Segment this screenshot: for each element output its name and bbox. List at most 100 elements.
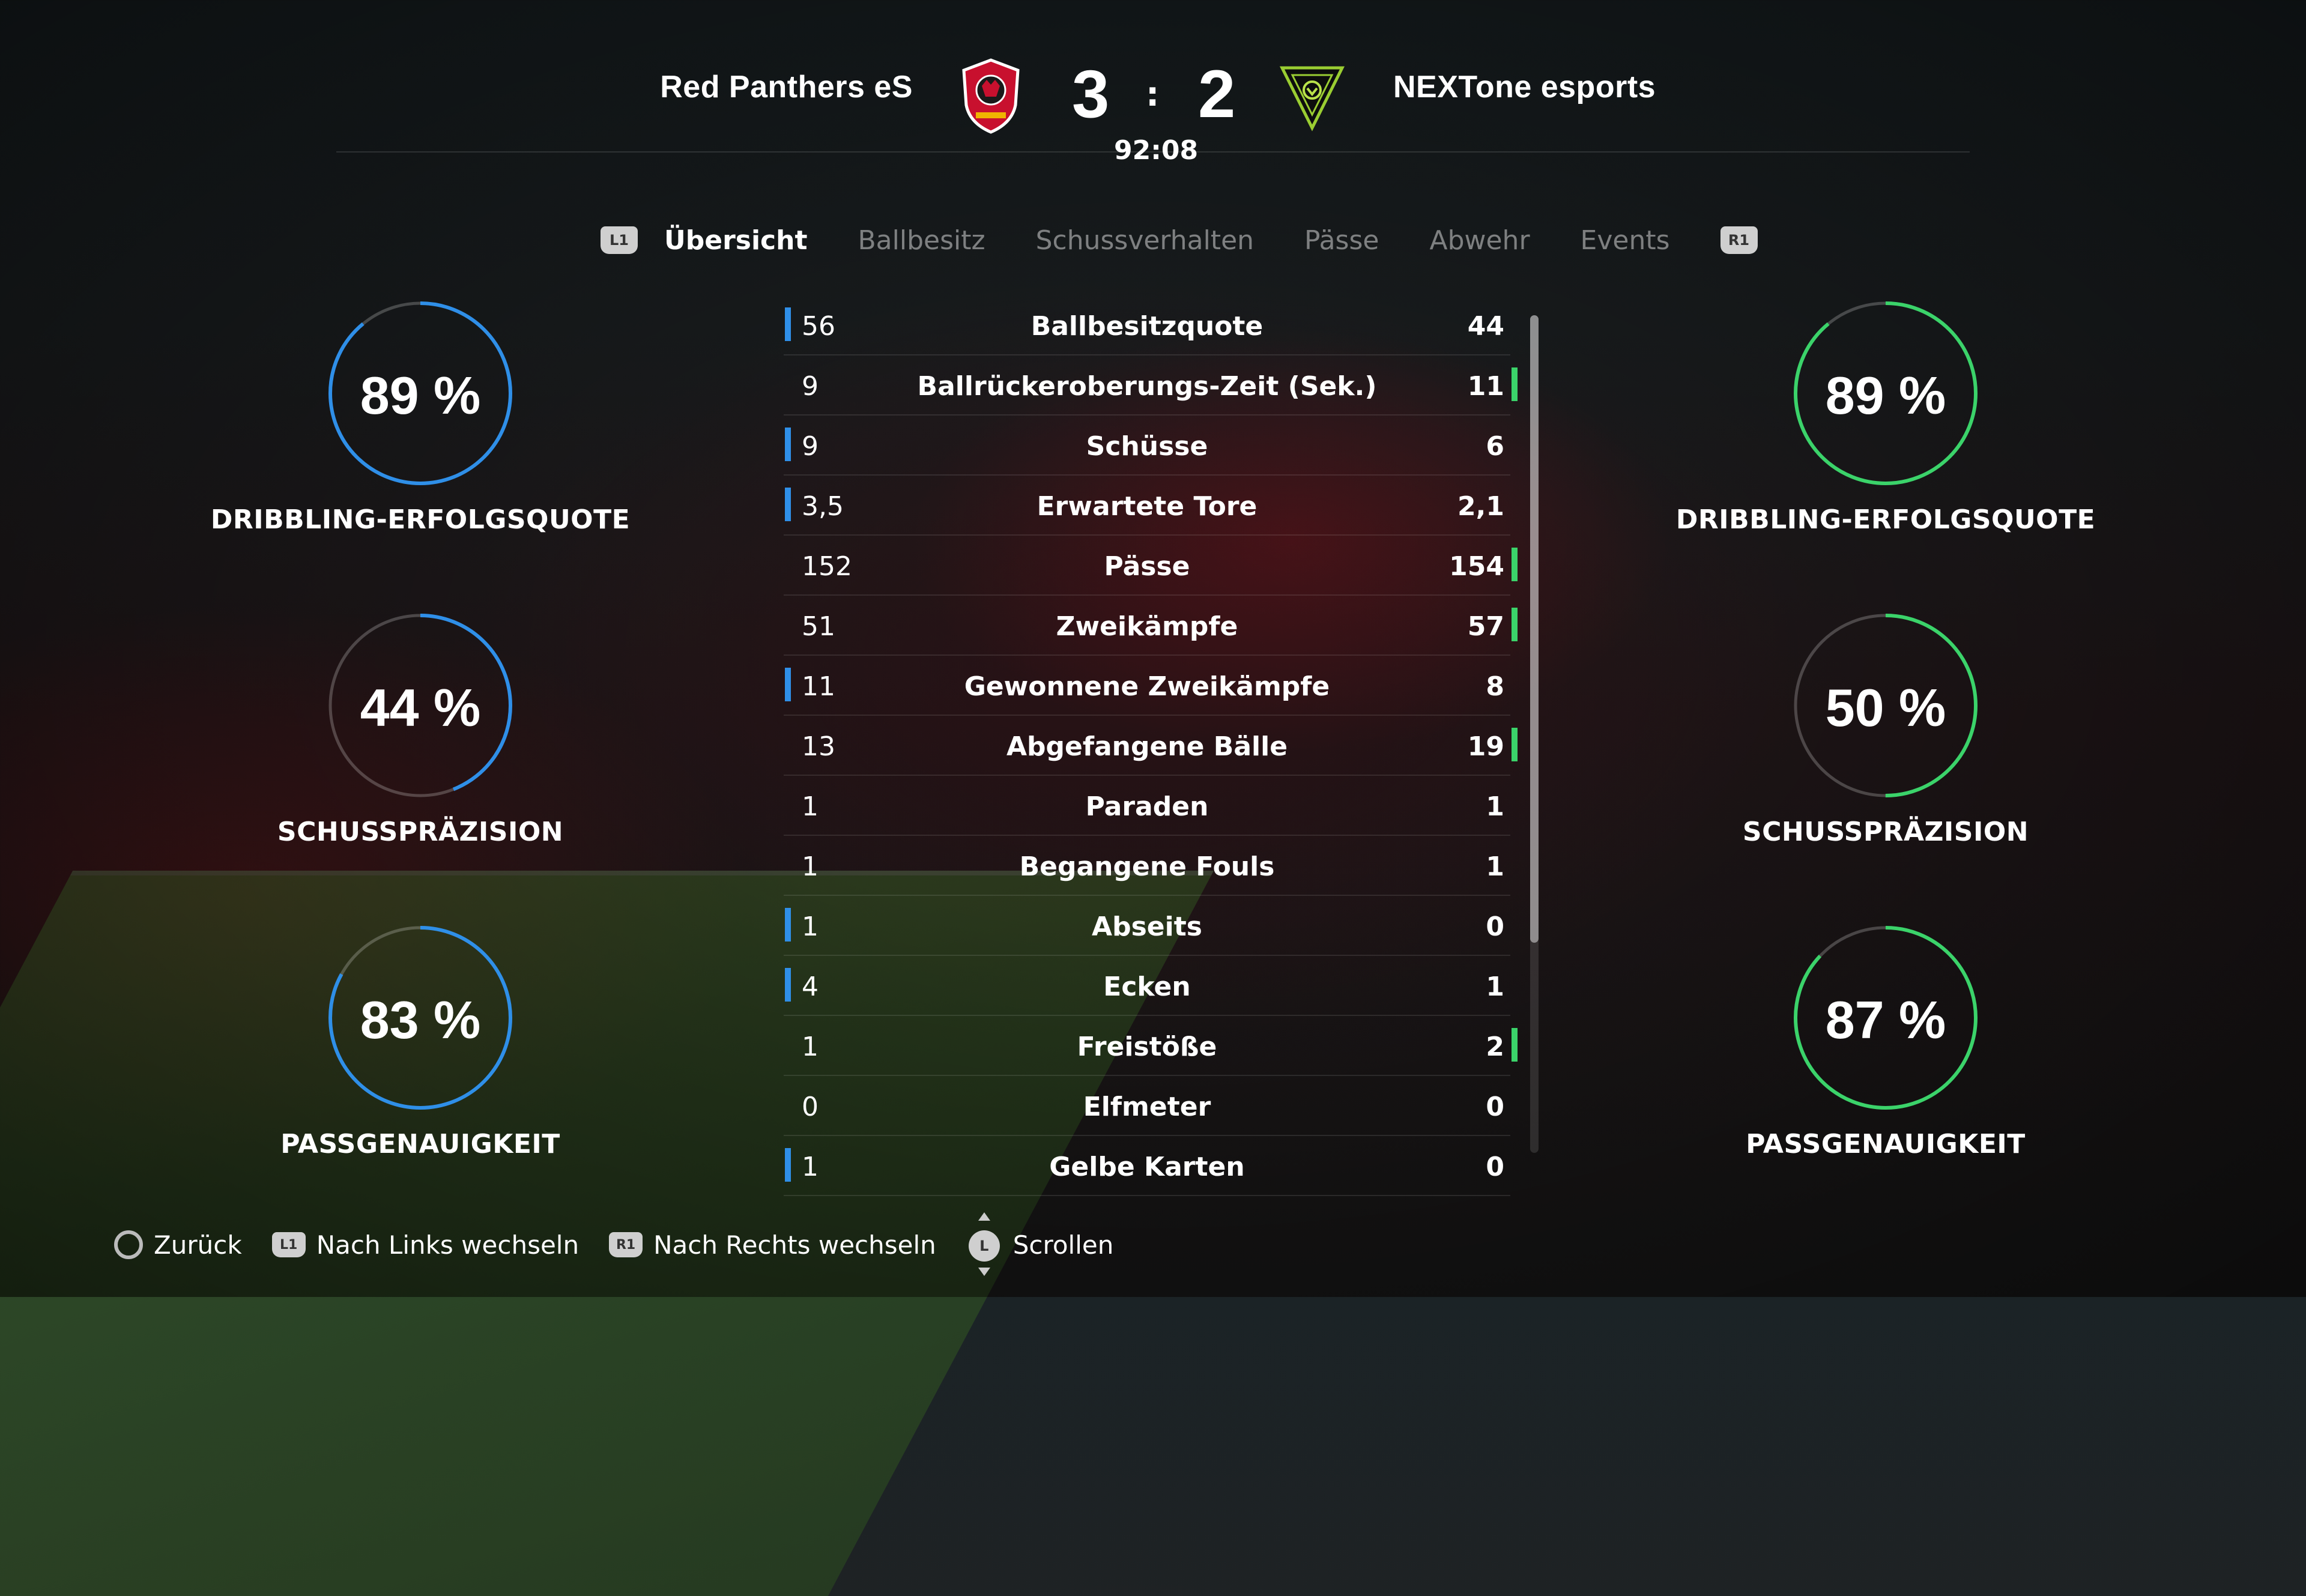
stat-row: 1 Begangene Fouls 1 — [784, 836, 1510, 896]
ring-gauge: 89 % — [327, 300, 513, 486]
ring-label: SCHUSSPRÄZISION — [277, 817, 564, 847]
stat-row: 9 Ballrückeroberungs-Zeit (Sek.) 11 — [784, 355, 1518, 416]
switch-right-label: Nach Rechts wechseln — [653, 1230, 936, 1260]
away-stat-value: 44 — [1467, 311, 1504, 342]
l1-button-icon[interactable]: L1 — [601, 226, 638, 254]
home-stat-ring: 44 % SCHUSSPRÄZISION — [210, 612, 631, 847]
away-stat-value: 0 — [1486, 911, 1504, 942]
tab-schussverhalten[interactable]: Schussverhalten — [1036, 225, 1254, 256]
ring-label: DRIBBLING-ERFOLGSQUOTE — [210, 504, 631, 535]
stat-row: 1 Freistöße 2 — [784, 1016, 1518, 1076]
away-stat-ring: 87 % PASSGENAUIGKEIT — [1675, 925, 2096, 1159]
away-stat-value: 11 — [1467, 371, 1504, 402]
away-stat-value: 0 — [1486, 1152, 1504, 1182]
stat-label: Ballrückeroberungs-Zeit (Sek.) — [917, 371, 1377, 402]
stat-label: Elfmeter — [1083, 1092, 1211, 1122]
stat-row: 1 Paraden 1 — [784, 776, 1510, 836]
ring-value: 89 % — [1825, 366, 1946, 425]
stats-tab-bar: L1 Übersicht Ballbesitz Schussverhalten … — [601, 222, 1758, 258]
away-stat-ring: 50 % SCHUSSPRÄZISION — [1675, 612, 2096, 847]
away-stat-value: 0 — [1486, 1092, 1504, 1122]
away-team-crest-icon — [1279, 57, 1345, 135]
arrow-down-icon — [978, 1268, 990, 1276]
header-divider — [336, 151, 1970, 153]
away-stat-value: 19 — [1467, 731, 1504, 762]
away-stat-value: 8 — [1486, 671, 1504, 702]
home-stat-ring: 89 % DRIBBLING-ERFOLGSQUOTE — [210, 300, 631, 535]
stat-label: Erwartete Tore — [1036, 491, 1257, 522]
stat-row: 3,5 Erwartete Tore 2,1 — [784, 476, 1510, 536]
tab-abwehr[interactable]: Abwehr — [1429, 225, 1530, 256]
left-stick-icon: L — [966, 1212, 1002, 1276]
stat-row: 1 Abseits 0 — [784, 896, 1510, 956]
stat-label: Ecken — [1103, 972, 1191, 1002]
away-stat-value: 57 — [1467, 611, 1504, 642]
ring-label: DRIBBLING-ERFOLGSQUOTE — [1675, 504, 2096, 535]
score-separator: : — [1146, 75, 1160, 114]
scroll-hint[interactable]: L Scrollen — [966, 1212, 1114, 1276]
stats-scrollbar[interactable] — [1530, 315, 1539, 1153]
away-stat-value: 1 — [1486, 851, 1504, 882]
stat-row: 4 Ecken 1 — [784, 956, 1510, 1016]
r1-button-icon[interactable]: R1 — [1720, 226, 1758, 254]
circle-button-icon — [114, 1230, 143, 1259]
stat-label: Abseits — [1092, 911, 1202, 942]
switch-left-hint[interactable]: L1 Nach Links wechseln — [271, 1230, 579, 1260]
stat-label: Abgefangene Bälle — [1006, 731, 1288, 762]
home-team-crest-icon — [958, 57, 1024, 135]
stat-row: 152 Pässe 154 — [784, 536, 1518, 596]
arrow-up-icon — [978, 1212, 990, 1221]
ring-gauge: 44 % — [327, 612, 513, 799]
switch-right-hint[interactable]: R1 Nach Rechts wechseln — [609, 1230, 936, 1260]
tab-events[interactable]: Events — [1581, 225, 1670, 256]
away-stat-value: 6 — [1486, 431, 1504, 462]
stat-row: 9 Schüsse 6 — [784, 416, 1510, 476]
ring-gauge: 50 % — [1793, 612, 1979, 799]
stat-label: Pässe — [1104, 551, 1190, 582]
ring-value: 44 % — [360, 678, 481, 737]
r1-button-icon: R1 — [609, 1232, 643, 1257]
ring-label: SCHUSSPRÄZISION — [1742, 817, 2029, 847]
ring-gauge: 89 % — [1793, 300, 1979, 486]
home-stat-ring: 83 % PASSGENAUIGKEIT — [210, 925, 631, 1159]
stat-label: Begangene Fouls — [1019, 851, 1275, 882]
away-leader-bar — [1512, 728, 1518, 761]
away-stat-value: 154 — [1449, 551, 1504, 582]
away-score: 2 — [1198, 56, 1236, 131]
ring-value: 83 % — [360, 990, 481, 1050]
stat-label: Gelbe Karten — [1049, 1152, 1245, 1182]
away-stat-value: 1 — [1486, 972, 1504, 1002]
tab-paesse[interactable]: Pässe — [1304, 225, 1379, 256]
stat-label: Zweikämpfe — [1056, 611, 1238, 642]
back-label: Zurück — [154, 1230, 242, 1260]
ring-label: PASSGENAUIGKEIT — [280, 1129, 560, 1159]
away-stat-value: 2 — [1486, 1032, 1504, 1062]
ring-value: 50 % — [1825, 678, 1946, 737]
ring-label: PASSGENAUIGKEIT — [1746, 1129, 2026, 1159]
stat-row: 51 Zweikämpfe 57 — [784, 596, 1518, 656]
away-stat-value: 2,1 — [1457, 491, 1504, 522]
ring-gauge: 87 % — [1793, 925, 1979, 1111]
footer-hints: Zurück L1 Nach Links wechseln R1 Nach Re… — [114, 1212, 1143, 1276]
back-hint[interactable]: Zurück — [114, 1230, 242, 1260]
stat-row: 13 Abgefangene Bälle 19 — [784, 716, 1518, 776]
away-leader-bar — [1512, 1028, 1518, 1062]
stat-label: Gewonnene Zweikämpfe — [964, 671, 1330, 702]
stats-table: 56 Ballbesitzquote 44 9 Ballrückeroberungs-Z… — [784, 295, 1518, 1196]
tab-ballbesitz[interactable]: Ballbesitz — [858, 225, 985, 256]
away-leader-bar — [1512, 548, 1518, 581]
home-team-name: Red Panthers eS — [660, 70, 913, 104]
stat-label: Freistöße — [1077, 1032, 1217, 1062]
away-stat-ring: 89 % DRIBBLING-ERFOLGSQUOTE — [1675, 300, 2096, 535]
away-team-name: NEXTone esports — [1393, 70, 1656, 104]
tab-uebersicht[interactable]: Übersicht — [664, 225, 807, 256]
away-stat-value: 1 — [1486, 791, 1504, 822]
scroll-label: Scrollen — [1012, 1230, 1114, 1260]
match-clock: 92:08 — [1114, 135, 1199, 166]
ring-value: 89 % — [360, 366, 481, 425]
away-leader-bar — [1512, 608, 1518, 641]
l1-button-icon: L1 — [271, 1232, 306, 1257]
stat-row: 1 Gelbe Karten 0 — [784, 1136, 1510, 1196]
scrollbar-thumb[interactable] — [1530, 315, 1539, 943]
ring-gauge: 83 % — [327, 925, 513, 1111]
